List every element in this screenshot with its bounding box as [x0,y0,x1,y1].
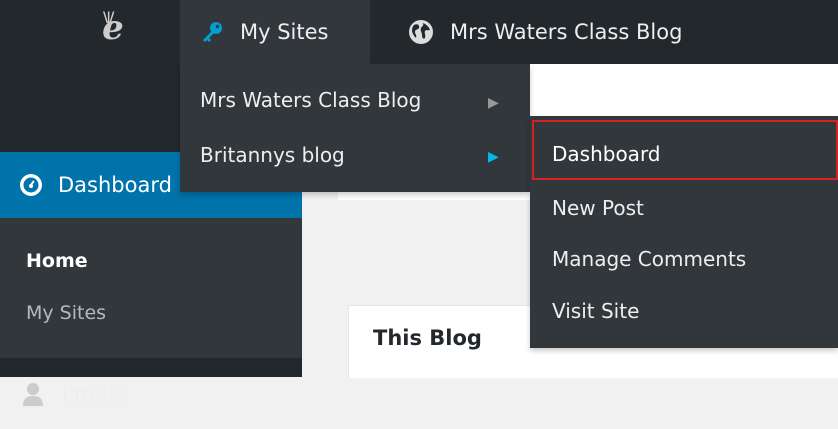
dashboard-gauge-icon [18,172,44,198]
sidebar-item-profile[interactable]: Profile [0,359,302,429]
user-icon [22,382,44,406]
edublogs-logo-icon[interactable]: \|/ e [93,6,133,50]
globe-icon [408,19,434,45]
my-sites-item-mrs-waters[interactable]: Mrs Waters Class Blog [200,88,421,112]
submenu-item-home[interactable]: Home [26,250,88,272]
key-icon [200,20,224,44]
flyout-item-dashboard[interactable]: Dashboard [552,142,661,166]
chevron-right-icon: ▶ [488,149,499,165]
submenu-item-my-sites[interactable]: My Sites [26,302,106,324]
sidebar-item-profile-label: Profile [62,382,128,406]
my-sites-menu-button[interactable]: My Sites [180,0,370,64]
dashboard-submenu: Home My Sites [0,218,302,358]
chevron-right-icon: ▶ [488,95,499,111]
flyout-item-new-post[interactable]: New Post [552,196,644,220]
flyout-item-visit-site[interactable]: Visit Site [552,299,639,323]
admin-bar: \|/ e My Sites Mrs Waters Class Blog [0,0,838,64]
sidebar-item-dashboard-label: Dashboard [58,173,172,197]
my-sites-label: My Sites [240,20,329,44]
my-sites-item-britannys-blog[interactable]: Britannys blog [200,143,345,167]
current-blog-label: Mrs Waters Class Blog [450,20,683,44]
current-blog-menu-button[interactable]: Mrs Waters Class Blog [388,0,682,64]
this-blog-title: This Blog [373,326,482,350]
flyout-item-manage-comments[interactable]: Manage Comments [552,247,746,271]
blog-flyout-menu: Dashboard New Post Manage Comments Visit… [530,116,838,348]
my-sites-dropdown: Mrs Waters Class Blog ▶ Britannys blog ▶ [180,64,530,192]
